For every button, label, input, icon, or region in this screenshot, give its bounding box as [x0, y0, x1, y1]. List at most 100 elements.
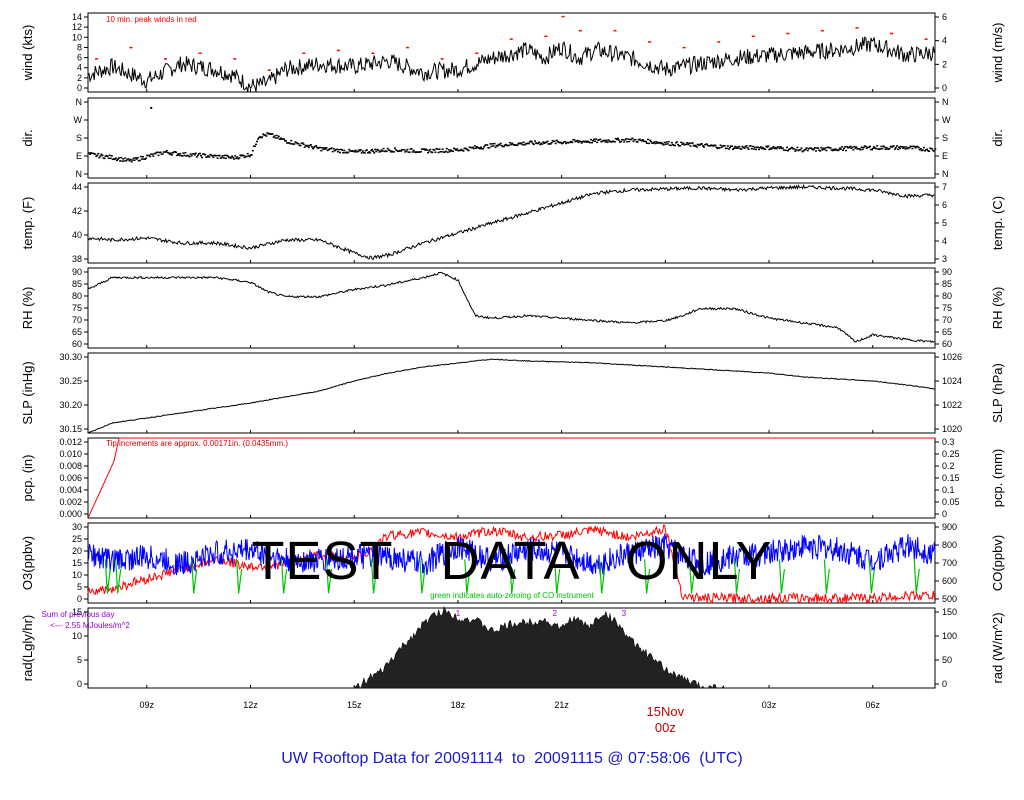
dir-point: [883, 146, 886, 148]
dir-point: [341, 149, 344, 151]
peak-point: [267, 69, 271, 71]
dir-point: [156, 151, 159, 153]
dir-point: [462, 150, 465, 152]
temp-rtick-label: 3: [942, 254, 947, 264]
dir-point: [625, 138, 628, 140]
temp-rtick-label: 4: [942, 236, 947, 246]
dir-point: [859, 149, 862, 151]
dir-point: [616, 137, 619, 140]
dir-point: [176, 154, 179, 157]
pcp-ltick-label: 0.004: [59, 485, 82, 495]
dir-point: [189, 153, 192, 155]
peak-point: [561, 15, 565, 18]
dir-point: [393, 147, 396, 149]
dir-point: [794, 150, 797, 152]
dir-point: [135, 158, 138, 160]
dir-point: [354, 149, 357, 152]
slp-ltick-label: 30.15: [59, 424, 82, 434]
dir-point: [680, 141, 683, 144]
dir-point: [347, 151, 350, 154]
dir-ylabel-right: dir.: [990, 129, 1005, 146]
dir-point: [441, 148, 444, 151]
dir-point: [745, 144, 748, 147]
dir-point: [254, 143, 257, 146]
dir-point: [754, 148, 757, 151]
dir-point: [492, 145, 495, 147]
dir-point: [795, 149, 798, 151]
dir-point: [145, 157, 148, 160]
dir-point: [494, 146, 497, 149]
dir-point: [335, 148, 338, 151]
dir-point: [844, 146, 847, 148]
wind-ltick-label: 2: [77, 73, 82, 83]
dir-point: [165, 149, 168, 152]
slp-rtick-label: 1026: [942, 352, 962, 362]
dir-point: [452, 150, 455, 153]
pcp-ylabel-left: pcp. (in): [20, 455, 35, 502]
dir-point: [175, 151, 178, 154]
slp-panel: 30.15 30.20 30.25 30.30 1020 1022 1024 1026 SLP …: [20, 352, 1005, 434]
dir-point: [299, 144, 302, 147]
dir-point: [131, 159, 134, 161]
dir-point: [222, 157, 225, 159]
dir-point: [208, 156, 211, 158]
dir-point: [880, 145, 883, 148]
dir-point: [853, 145, 856, 148]
dir-point: [896, 148, 899, 151]
dir-point: [760, 146, 763, 148]
dir-point: [753, 146, 756, 148]
dir-point: [377, 149, 380, 151]
dir-point: [224, 157, 227, 160]
dir-point: [375, 150, 378, 153]
dir-point: [673, 144, 676, 147]
x-tick-label: 03z: [762, 700, 777, 710]
dir-point: [631, 137, 634, 139]
dir-point: [564, 140, 567, 143]
dir-point: [898, 146, 901, 148]
dir-point: [778, 147, 781, 150]
dir-point: [271, 133, 274, 135]
dir-rtick-label: E: [942, 151, 948, 161]
dir-point: [251, 149, 254, 152]
rh-frame: [87, 267, 936, 349]
dir-point: [385, 150, 388, 153]
dir-point: [594, 140, 597, 142]
dir-point: [750, 147, 753, 150]
dir-point: [604, 141, 607, 143]
dir-point: [342, 152, 345, 154]
dir-point: [127, 158, 130, 160]
dir-point: [879, 148, 882, 150]
dir-point: [433, 149, 436, 151]
dir-point: [261, 136, 264, 138]
dir-point: [718, 147, 721, 149]
dir-point: [290, 139, 293, 142]
dir-point: [695, 146, 698, 148]
dir-point: [110, 155, 113, 157]
dir-point: [772, 145, 775, 148]
dir-point: [302, 143, 305, 146]
dir-point: [648, 142, 651, 145]
dir-point: [666, 143, 669, 145]
slp-frame: [87, 352, 936, 434]
wind-ylabel-right: wind (m/s): [990, 23, 1005, 84]
dir-rtick-label: W: [942, 115, 951, 125]
dir-point: [118, 157, 121, 159]
dir-point: [694, 144, 697, 147]
dir-point: [403, 148, 406, 151]
dir-point: [873, 146, 876, 148]
dir-point: [289, 142, 292, 145]
dir-point: [727, 148, 730, 150]
dir-point: [256, 140, 259, 143]
dir-point: [596, 141, 599, 144]
dir-point: [855, 146, 858, 148]
dir-point: [89, 153, 92, 155]
dir-point: [392, 151, 395, 153]
temp-ltick-label: 42: [72, 206, 82, 216]
rh-rtick-label: 85: [942, 279, 952, 289]
dir-point: [571, 141, 574, 144]
dir-point: [921, 149, 924, 151]
dir-point: [343, 149, 346, 152]
dir-point: [332, 148, 335, 150]
dir-rtick-label: N: [942, 169, 949, 179]
dir-point: [182, 152, 185, 154]
